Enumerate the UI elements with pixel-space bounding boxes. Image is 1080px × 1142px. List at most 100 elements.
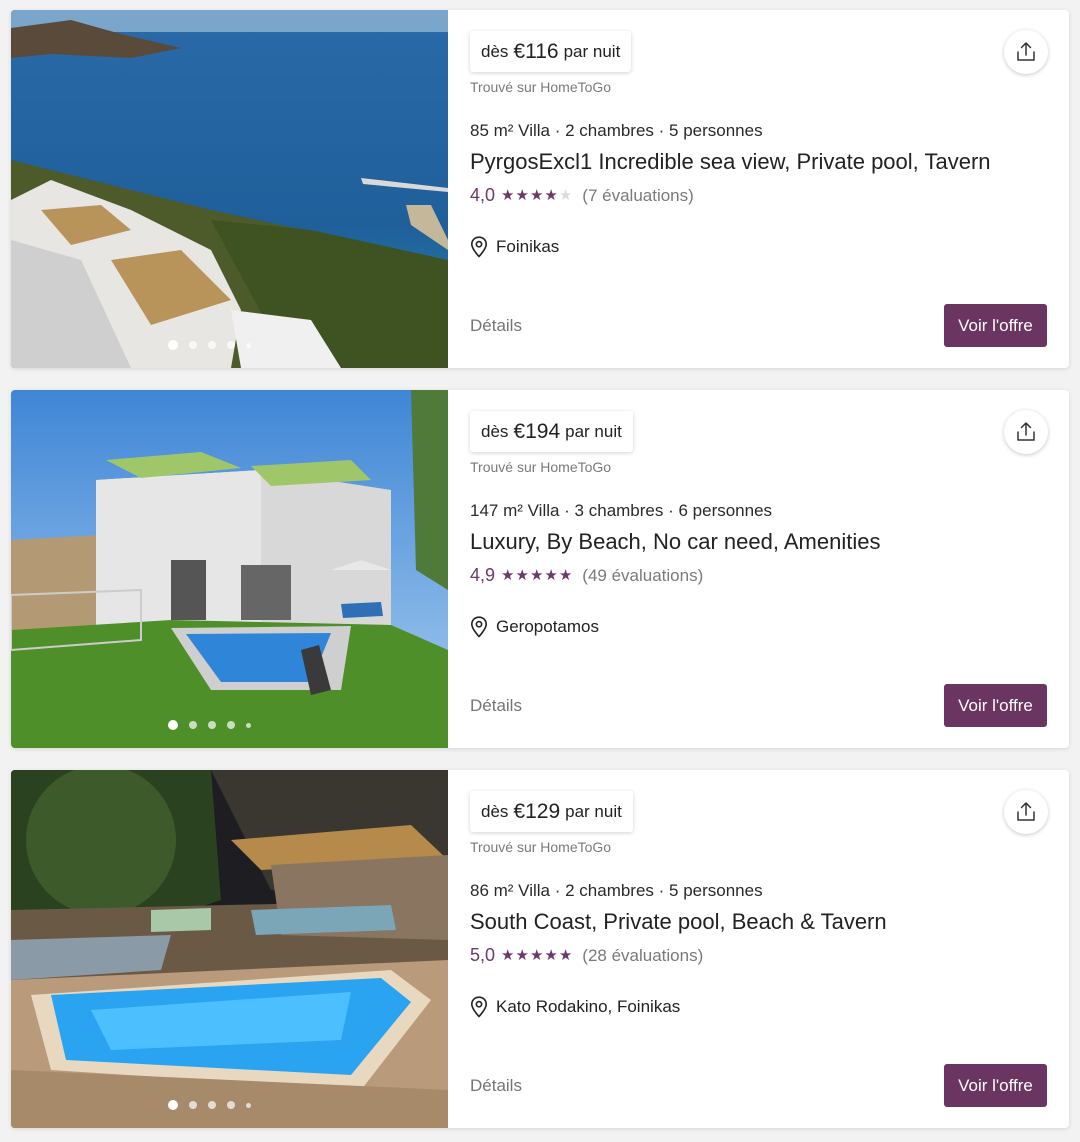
listing-photo [11,390,448,748]
carousel-dot[interactable] [189,1101,197,1109]
star-icon: ★ [529,567,544,584]
star-icon: ★ [501,187,515,204]
carousel-dot[interactable] [227,1101,235,1109]
carousel-dot[interactable] [208,721,216,729]
share-upload-icon [1017,42,1035,61]
price-unit: par nuit [565,801,622,821]
share-button[interactable] [1004,790,1048,834]
carousel-dot[interactable] [246,723,251,728]
star-icon: ★ [558,567,573,584]
share-button[interactable] [1004,30,1048,74]
carousel-dot[interactable] [227,341,235,349]
map-pin-icon [470,616,488,638]
price-amount: €116 [513,39,559,63]
location-label: Geropotamos [496,617,599,636]
location: Geropotamos [470,616,599,638]
listing-photo-carousel[interactable] [11,770,448,1128]
rating-score: 5,0 [470,945,496,965]
share-button[interactable] [1004,410,1048,454]
rating: 5,0 ★ ★ ★ ★ ★ (28 évaluations) [470,945,703,966]
star-rating: ★ ★ ★ ★ ★ [501,948,572,963]
view-offer-button[interactable]: Voir l'offre [944,684,1047,727]
listing-specs: 86 m² Villa · 2 chambres · 5 personnes [470,881,763,900]
star-icon: ★ [501,567,515,584]
listing-card[interactable]: dès €194 par nuit Trouvé sur HomeToGo 14… [11,390,1069,748]
price-unit: par nuit [563,41,621,61]
share-upload-icon [1017,802,1035,821]
view-offer-button[interactable]: Voir l'offre [944,1064,1047,1107]
details-link[interactable]: Détails [470,696,522,716]
star-icon: ★ [501,947,515,964]
location: Foinikas [470,236,559,258]
price-prefix: dès [481,421,509,441]
map-pin-icon [470,236,488,258]
rating: 4,0 ★ ★ ★ ★ ★ (7 évaluations) [470,185,694,206]
listing-specs: 85 m² Villa · 2 chambres · 5 personnes [470,121,763,140]
star-icon: ★ [529,947,544,964]
star-icon: ★ [515,567,529,584]
star-icon: ★ [558,947,573,964]
star-icon: ★ [529,187,544,204]
details-link[interactable]: Détails [470,1076,522,1096]
carousel-dot[interactable] [208,341,216,349]
listing-title[interactable]: South Coast, Private pool, Beach & Taver… [470,909,887,935]
star-rating: ★ ★ ★ ★ ★ [501,568,572,583]
listing-photo-carousel[interactable] [11,390,448,748]
carousel-dots[interactable] [11,1100,448,1110]
star-icon: ★ [558,187,573,204]
price-prefix: dès [481,41,509,61]
listing-card[interactable]: dès €116 par nuit Trouvé sur HomeToGo 85… [11,10,1069,368]
star-icon: ★ [515,187,529,204]
price-badge: dès €116 par nuit [470,31,632,72]
listing-card[interactable]: dès €129 par nuit Trouvé sur HomeToGo 86… [11,770,1069,1128]
carousel-dot[interactable] [168,340,178,350]
carousel-dot[interactable] [227,721,235,729]
carousel-dots[interactable] [11,720,448,730]
carousel-dot[interactable] [189,721,197,729]
review-count: (28 évaluations) [582,945,704,965]
view-offer-button[interactable]: Voir l'offre [944,304,1047,347]
location-label: Kato Rodakino, Foinikas [496,997,681,1016]
details-link[interactable]: Détails [470,316,522,336]
location: Kato Rodakino, Foinikas [470,996,680,1018]
price-source: Trouvé sur HomeToGo [470,459,612,475]
rating-score: 4,0 [470,185,496,205]
location-label: Foinikas [496,237,560,256]
listing-results: dès €116 par nuit Trouvé sur HomeToGo 85… [0,0,1080,1142]
star-icon: ★ [515,947,529,964]
price-badge: dès €194 par nuit [470,411,633,452]
rating-score: 4,9 [470,565,496,585]
price-source: Trouvé sur HomeToGo [470,79,612,95]
carousel-dots[interactable] [11,340,448,350]
rating: 4,9 ★ ★ ★ ★ ★ (49 évaluations) [470,565,703,586]
listing-info: dès €194 par nuit Trouvé sur HomeToGo 14… [470,390,1069,748]
review-count: (49 évaluations) [582,565,704,585]
price-prefix: dès [481,801,509,821]
carousel-dot[interactable] [208,1101,216,1109]
carousel-dot[interactable] [168,1100,178,1110]
listing-title[interactable]: PyrgosExcl1 Incredible sea view, Private… [470,149,991,175]
listing-photo [11,770,448,1128]
star-rating: ★ ★ ★ ★ ★ [501,188,572,203]
carousel-dot[interactable] [189,341,197,349]
carousel-dot[interactable] [246,1103,251,1108]
price-badge: dès €129 par nuit [470,791,633,832]
price-source: Trouvé sur HomeToGo [470,839,612,855]
listing-info: dès €116 par nuit Trouvé sur HomeToGo 85… [470,10,1069,368]
carousel-dot[interactable] [168,720,178,730]
carousel-dot[interactable] [246,343,251,348]
share-upload-icon [1017,422,1035,441]
price-amount: €194 [513,419,561,443]
price-unit: par nuit [565,421,622,441]
star-icon: ★ [544,567,558,584]
star-icon: ★ [544,947,558,964]
map-pin-icon [470,996,488,1018]
listing-photo [11,10,448,368]
listing-info: dès €129 par nuit Trouvé sur HomeToGo 86… [470,770,1069,1128]
listing-specs: 147 m² Villa · 3 chambres · 6 personnes [470,501,773,520]
price-amount: €129 [513,799,561,823]
listing-photo-carousel[interactable] [11,10,448,368]
review-count: (7 évaluations) [582,185,694,205]
star-icon: ★ [544,187,558,204]
listing-title[interactable]: Luxury, By Beach, No car need, Amenities [470,529,880,555]
